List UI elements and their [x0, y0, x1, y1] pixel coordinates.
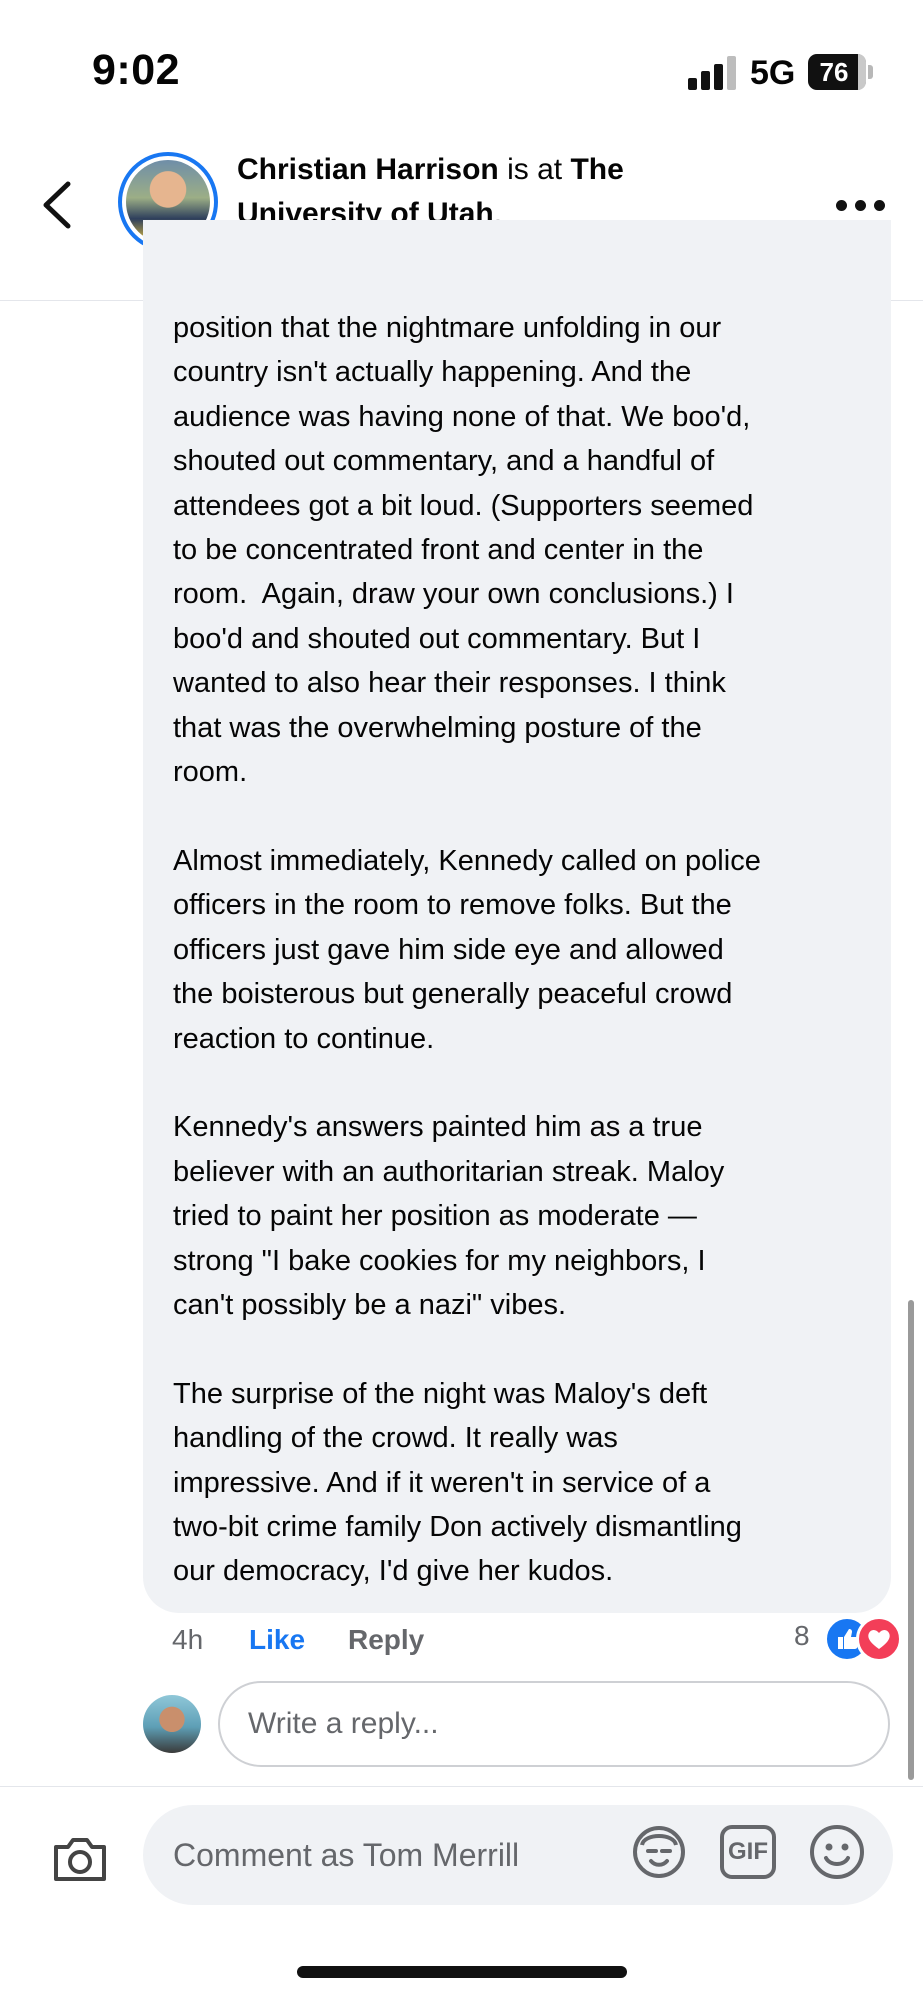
signal-icon [688, 56, 736, 90]
scrollbar[interactable] [908, 1300, 914, 1780]
emoji-button[interactable] [808, 1823, 866, 1881]
like-button[interactable]: Like [249, 1624, 305, 1656]
camera-button[interactable] [50, 1833, 110, 1885]
home-indicator[interactable] [297, 1966, 627, 1978]
battery-level: 76 [819, 57, 849, 87]
status-time: 9:02 [92, 46, 181, 94]
chevron-left-icon [43, 181, 71, 229]
reaction-count: 8 [794, 1620, 810, 1651]
network-type: 5G [750, 54, 796, 92]
battery-icon: 76 [808, 54, 874, 90]
gif-button[interactable]: GIF [720, 1825, 776, 1879]
love-icon [856, 1616, 902, 1662]
more-options-button[interactable] [836, 196, 886, 216]
comment-time[interactable]: 4h [172, 1624, 203, 1656]
current-user-avatar [143, 1695, 201, 1753]
status-bar: 9:02 5G 76 [0, 0, 923, 140]
comment-text: position that the nightmare unfolding in… [173, 312, 761, 1588]
emoji-icon [810, 1825, 864, 1879]
avatar-sticker-button[interactable] [630, 1823, 688, 1881]
is-at-text: is at [498, 153, 571, 186]
reaction-summary[interactable]: 8 [790, 1616, 905, 1662]
reply-input[interactable]: Write a reply... [218, 1681, 890, 1767]
camera-icon [54, 1838, 106, 1881]
comment-bubble: position that the nightmare unfolding in… [143, 220, 891, 1613]
author-name[interactable]: Christian Harrison [237, 153, 499, 186]
comment-input[interactable]: Comment as Tom Merrill [143, 1805, 893, 1905]
back-button[interactable] [30, 172, 86, 238]
avatar-sticker-icon [633, 1826, 685, 1878]
reply-button[interactable]: Reply [348, 1624, 424, 1656]
